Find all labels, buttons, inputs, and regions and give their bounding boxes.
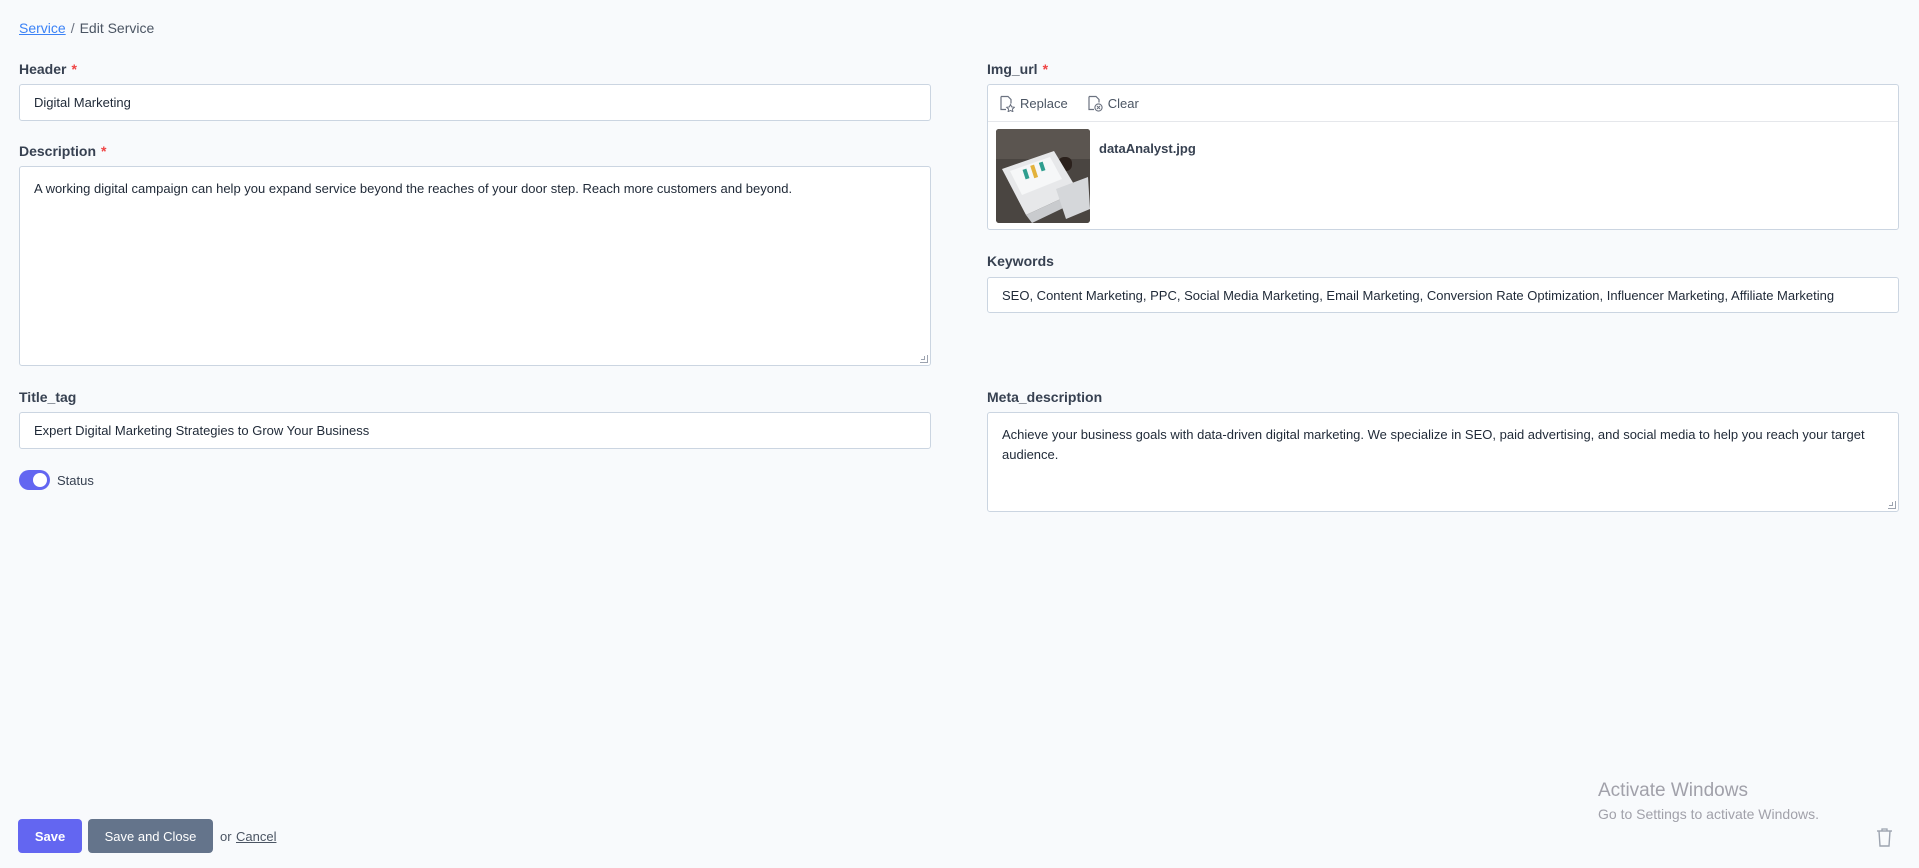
meta-description-textarea-value: Achieve your business goals with data-dr… — [1002, 427, 1865, 462]
description-label-text: Description — [19, 143, 97, 159]
meta-description-textarea[interactable]: Achieve your business goals with data-dr… — [987, 412, 1899, 512]
required-mark: * — [101, 143, 107, 159]
delete-button[interactable] — [1876, 827, 1893, 852]
cancel-link[interactable]: Cancel — [236, 829, 276, 844]
header-label: Header * — [19, 61, 77, 77]
clear-button-label: Clear — [1107, 95, 1139, 111]
save-and-close-button[interactable]: Save and Close — [88, 819, 213, 853]
header-label-text: Header — [19, 61, 67, 77]
description-label: Description * — [19, 143, 106, 159]
description-textarea-value: A working digital campaign can help you … — [34, 181, 793, 196]
resize-grip-icon[interactable] — [1888, 501, 1896, 509]
header-input[interactable]: Digital Marketing — [19, 84, 931, 121]
title-tag-input[interactable]: Expert Digital Marketing Strategies to G… — [19, 412, 931, 449]
trash-icon — [1877, 828, 1892, 847]
title-tag-input-value: Expert Digital Marketing Strategies to G… — [34, 423, 370, 438]
image-thumbnail[interactable] — [996, 129, 1090, 223]
breadcrumb: Service / Edit Service — [19, 20, 154, 36]
resize-grip-icon[interactable] — [920, 355, 928, 363]
keywords-input[interactable]: SEO, Content Marketing, PPC, Social Medi… — [987, 277, 1899, 313]
keywords-input-value: SEO, Content Marketing, PPC, Social Medi… — [1002, 287, 1835, 303]
required-mark: * — [71, 61, 77, 77]
image-filename: dataAnalyst.jpg — [1099, 141, 1196, 156]
watermark-title: Activate Windows — [1598, 780, 1748, 801]
save-button[interactable]: Save — [18, 819, 82, 853]
required-mark: * — [1042, 61, 1049, 77]
meta-description-label-text: Meta_description — [987, 389, 1103, 405]
or-text: or — [220, 829, 232, 844]
img-url-label: Img_url * — [987, 61, 1048, 77]
upload-toolbar: Replace Clear — [988, 85, 1898, 122]
status-label: Status — [57, 473, 94, 488]
breadcrumb-service-link[interactable]: Service — [19, 20, 66, 36]
keywords-label-text: Keywords — [987, 253, 1054, 269]
img-url-label-text: Img_url — [987, 61, 1038, 77]
laptop-photo-icon — [996, 129, 1090, 223]
activate-windows-watermark: Activate Windows Go to Settings to activ… — [1598, 780, 1819, 822]
description-textarea[interactable]: A working digital campaign can help you … — [19, 166, 931, 366]
replace-icon — [1000, 95, 1015, 112]
meta-description-label: Meta_description — [987, 389, 1102, 405]
breadcrumb-separator: / — [70, 20, 75, 36]
breadcrumb-current: Edit Service — [79, 20, 155, 36]
header-input-value: Digital Marketing — [34, 95, 131, 110]
keywords-label: Keywords — [987, 253, 1054, 269]
replace-button[interactable]: Replace — [998, 95, 1068, 112]
status-toggle[interactable] — [19, 470, 50, 490]
watermark-subtitle: Go to Settings to activate Windows. — [1598, 806, 1819, 822]
clear-icon — [1088, 95, 1103, 112]
image-upload: Replace Clear dataAnalyst.jpg — [987, 84, 1899, 230]
title-tag-label-text: Title_tag — [19, 389, 77, 405]
title-tag-label: Title_tag — [19, 389, 76, 405]
replace-button-label: Replace — [1020, 95, 1068, 111]
clear-button[interactable]: Clear — [1086, 95, 1139, 112]
